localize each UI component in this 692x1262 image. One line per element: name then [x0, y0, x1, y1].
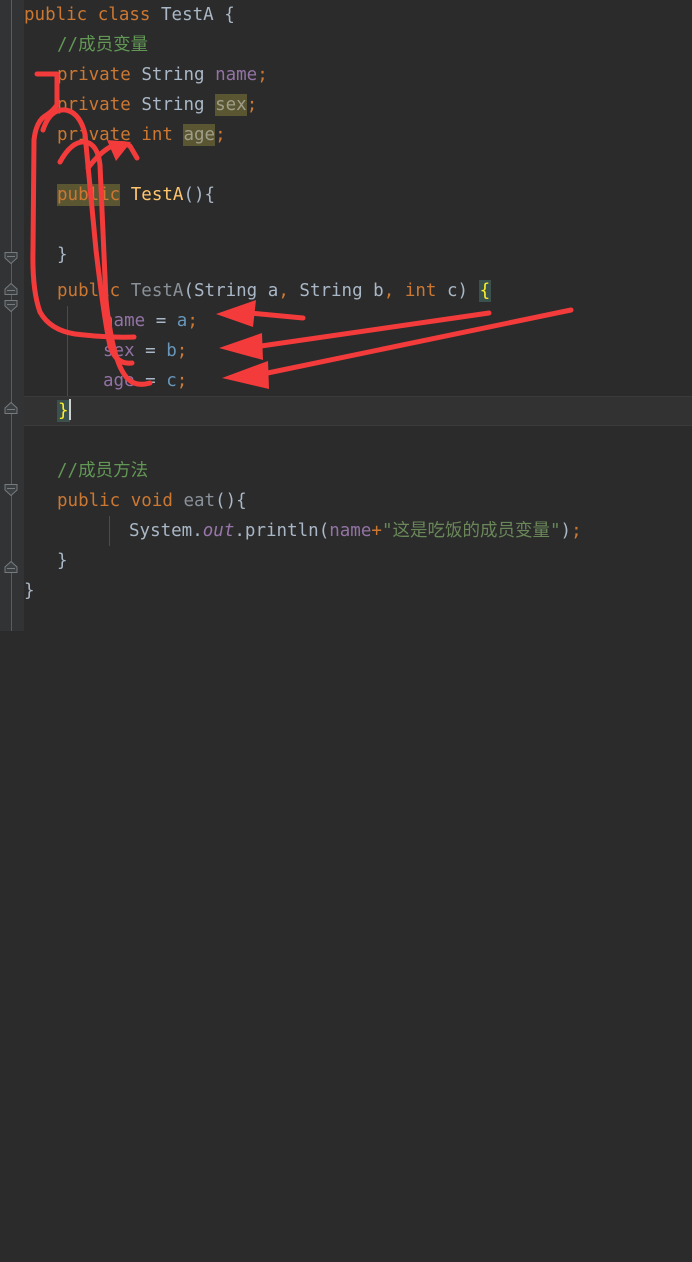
- token-semicolon: ;: [187, 311, 198, 331]
- code-editor[interactable]: public class TestA { //成员变量 private Stri…: [0, 0, 692, 631]
- token-keyword: private: [57, 125, 131, 145]
- token-paren-close: ): [560, 521, 572, 541]
- code-line[interactable]: public class TestA {: [24, 0, 235, 30]
- token-keyword: private: [57, 65, 131, 85]
- token-brace-close: }: [24, 581, 35, 601]
- code-line[interactable]: }: [24, 546, 68, 576]
- token-keyword: class: [97, 5, 151, 25]
- token-semicolon: ;: [571, 521, 582, 541]
- token-paren-open: (: [183, 281, 194, 301]
- token-field-sex: sex: [103, 341, 135, 361]
- token-string-literal: "这是吃饭的成员变量": [381, 521, 561, 541]
- token-paren-open: (: [215, 491, 226, 511]
- token-param-a: a: [267, 281, 279, 301]
- token-type-name: String: [299, 281, 363, 301]
- code-line[interactable]: private int age;: [24, 120, 226, 150]
- token-paren-close: ): [194, 185, 205, 205]
- code-line[interactable]: name = a;: [24, 306, 198, 336]
- token-comma: ,: [278, 281, 289, 301]
- token-type-name: String: [141, 95, 205, 115]
- token-param-b: b: [373, 281, 384, 301]
- token-operator-equals: =: [145, 341, 156, 361]
- token-constructor-name: TestA: [130, 281, 184, 301]
- token-constructor-name: TestA: [130, 185, 184, 205]
- text-caret: [68, 399, 71, 420]
- token-type-name: String: [141, 65, 205, 85]
- token-brace-open: {: [204, 185, 216, 205]
- token-comma: ,: [383, 281, 395, 301]
- code-line[interactable]: public TestA(){: [24, 180, 215, 210]
- code-line[interactable]: }: [24, 396, 71, 426]
- token-comment: //成员变量: [57, 35, 149, 55]
- code-line[interactable]: System.out.println(name+"这是吃饭的成员变量");: [24, 516, 582, 546]
- token-field-age: age: [103, 371, 135, 391]
- code-line[interactable]: //成员方法: [24, 456, 148, 486]
- token-keyword: int: [404, 281, 437, 301]
- token-keyword-public-highlighted: public: [57, 184, 121, 206]
- token-field-name: name: [103, 311, 146, 331]
- token-keyword: void: [130, 491, 173, 511]
- code-line[interactable]: public TestA(String a, String b, int c) …: [24, 276, 492, 306]
- token-operator-plus: +: [371, 521, 382, 541]
- token-method-println: println: [244, 521, 319, 541]
- token-comment: //成员方法: [57, 461, 149, 481]
- code-line[interactable]: sex = b;: [24, 336, 187, 366]
- token-keyword: int: [141, 125, 173, 145]
- token-field-sex-highlighted: sex: [215, 94, 247, 116]
- token-object-system: System: [129, 521, 193, 541]
- token-dot: .: [234, 521, 245, 541]
- token-brace-close: }: [57, 245, 68, 265]
- token-brace-open: {: [224, 5, 235, 25]
- token-keyword: public: [57, 281, 121, 301]
- token-semicolon: ;: [246, 95, 258, 115]
- token-keyword: public: [57, 491, 121, 511]
- token-brace-open-matched: {: [478, 280, 492, 302]
- token-field-name: name: [215, 65, 258, 85]
- token-dot: .: [192, 521, 203, 541]
- token-param-c: c: [446, 281, 458, 301]
- token-paren-close: ): [225, 491, 237, 511]
- token-semicolon: ;: [176, 341, 188, 361]
- code-content[interactable]: public class TestA { //成员变量 private Stri…: [0, 0, 692, 631]
- token-semicolon: ;: [176, 371, 188, 391]
- token-type-name: String: [194, 281, 258, 301]
- token-field-name: name: [329, 521, 372, 541]
- token-static-field-out: out: [202, 521, 235, 541]
- token-paren-open: (: [318, 521, 330, 541]
- token-semicolon: ;: [215, 125, 226, 145]
- code-line[interactable]: age = c;: [24, 366, 187, 396]
- token-keyword: private: [57, 95, 131, 115]
- token-param-a: a: [176, 311, 188, 331]
- token-brace-open: {: [236, 491, 247, 511]
- code-line[interactable]: private String name;: [24, 60, 268, 90]
- token-method-name: eat: [183, 491, 216, 511]
- token-brace-close: }: [57, 551, 68, 571]
- token-operator-equals: =: [155, 311, 167, 331]
- code-line[interactable]: //成员变量: [24, 30, 148, 60]
- code-line[interactable]: }: [24, 576, 35, 606]
- token-operator-equals: =: [145, 371, 156, 391]
- token-type-name: TestA: [161, 5, 214, 25]
- token-paren-close: ): [457, 281, 469, 301]
- token-semicolon: ;: [257, 65, 268, 85]
- code-line[interactable]: public void eat(){: [24, 486, 247, 516]
- token-param-b: b: [166, 341, 177, 361]
- token-paren-open: (: [183, 185, 194, 205]
- token-keyword: public: [24, 5, 88, 25]
- code-line[interactable]: }: [24, 240, 68, 270]
- code-line[interactable]: private String sex;: [24, 90, 257, 120]
- token-param-c: c: [166, 371, 177, 391]
- token-field-age-highlighted: age: [183, 124, 216, 146]
